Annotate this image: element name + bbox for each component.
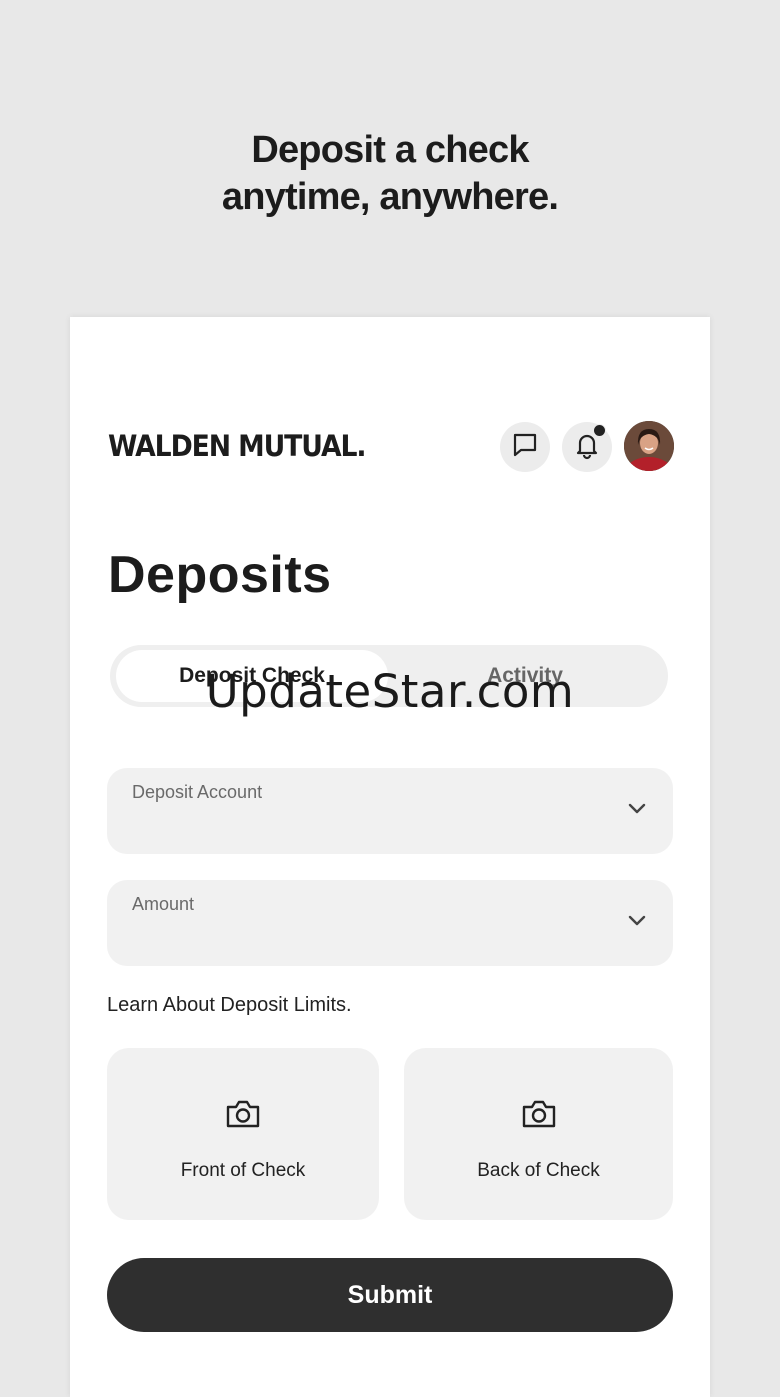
brand-logo: WALDEN MUTUAL.: [108, 429, 367, 463]
deposit-tabs: Deposit Check Activity: [110, 645, 668, 707]
notification-dot: [593, 424, 606, 437]
tab-deposit-check[interactable]: Deposit Check: [116, 650, 388, 702]
chevron-down-icon: [627, 802, 647, 821]
promo-headline: Deposit a check anytime, anywhere.: [0, 127, 780, 221]
front-of-check-label: Front of Check: [180, 1160, 306, 1181]
camera-icon: [225, 1098, 261, 1135]
deposit-account-label: Deposit Account: [132, 782, 263, 802]
amount-select[interactable]: Amount: [107, 880, 673, 966]
chat-button[interactable]: [500, 422, 550, 472]
avatar[interactable]: [624, 421, 674, 471]
back-of-check-label: Back of Check: [477, 1160, 600, 1181]
page-title: Deposits: [108, 546, 332, 604]
back-of-check-capture[interactable]: Back of Check: [404, 1048, 673, 1220]
submit-button[interactable]: Submit: [107, 1258, 673, 1332]
camera-icon: [521, 1098, 557, 1135]
promo-line-2: anytime, anywhere.: [221, 176, 559, 218]
app-screen: WALDEN MUTUAL. Deposits Deposit Check Ac…: [70, 317, 710, 1397]
chat-icon: [510, 430, 540, 465]
notifications-button[interactable]: [562, 422, 612, 472]
tab-activity[interactable]: Activity: [388, 650, 662, 702]
promo-line-1: Deposit a check: [251, 129, 529, 171]
amount-label: Amount: [132, 894, 195, 914]
app-header: WALDEN MUTUAL.: [108, 421, 674, 473]
deposit-limits-link[interactable]: Learn About Deposit Limits.: [107, 994, 352, 1017]
front-of-check-capture[interactable]: Front of Check: [107, 1048, 379, 1220]
chevron-down-icon: [627, 914, 647, 933]
deposit-account-select[interactable]: Deposit Account: [107, 768, 673, 854]
